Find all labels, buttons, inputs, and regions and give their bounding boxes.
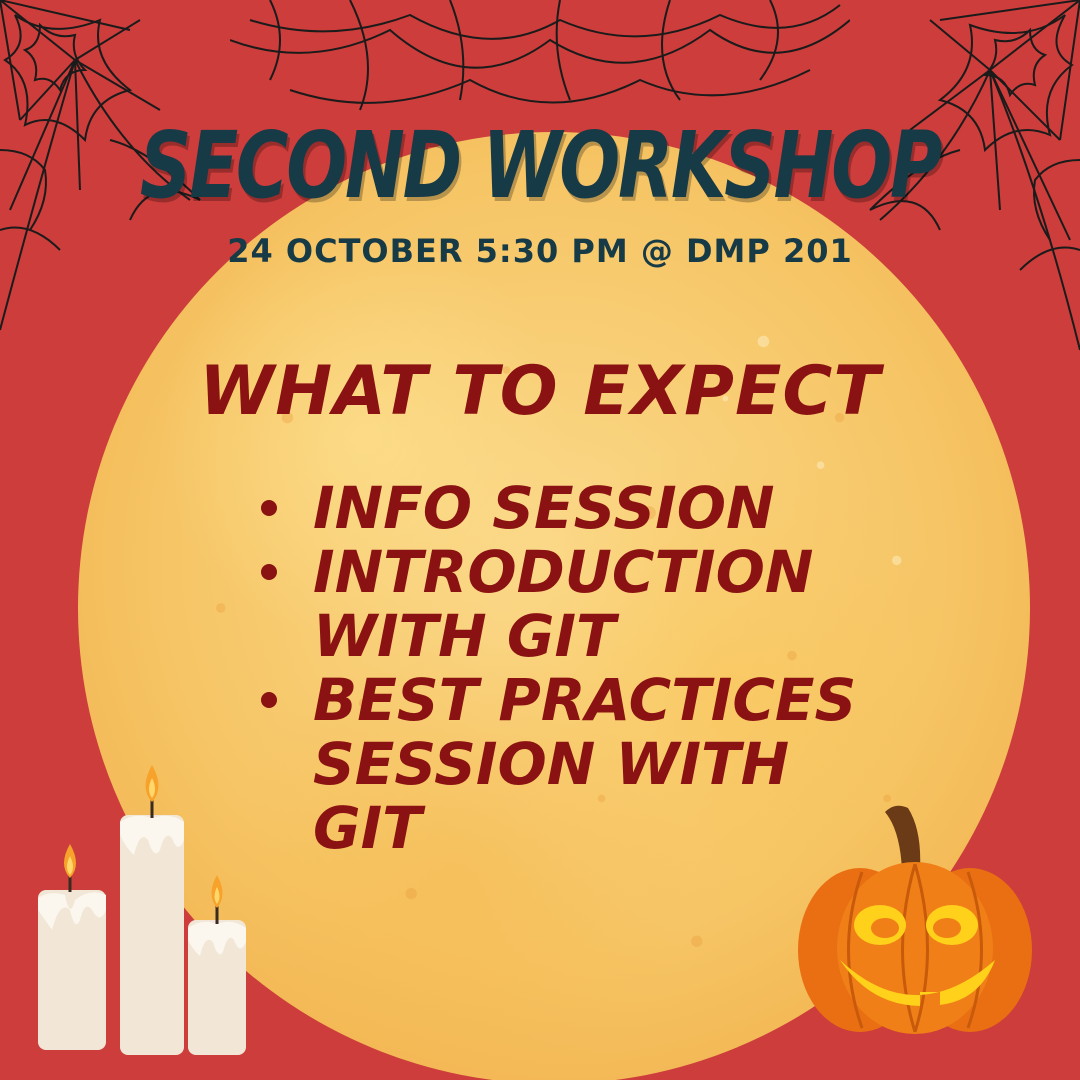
event-details: 24 OCTOBER 5:30 PM @ DMP 201: [227, 232, 853, 270]
list-item: BEST PRACTICES SESSION WITH GIT: [255, 668, 875, 860]
jack-o-lantern-icon: [798, 805, 1032, 1034]
agenda-list: INFO SESSION INTRODUCTION WITH GIT BEST …: [255, 476, 875, 860]
list-item-line: SESSION WITH: [313, 730, 790, 798]
section-title: WHAT TO EXPECT: [199, 352, 881, 431]
poster: SECOND WORKSHOP 24 OCTOBER 5:30 PM @ DMP…: [0, 0, 1080, 1080]
list-item-line: INFO SESSION: [313, 474, 775, 542]
spider-web-icon: [230, 0, 850, 111]
list-item: INFO SESSION: [255, 476, 875, 540]
candles-icon: [38, 765, 246, 1055]
list-item-line: BEST PRACTICES: [313, 666, 857, 734]
bullet-icon: [261, 500, 277, 516]
bullet-icon: [261, 564, 277, 580]
list-item: INTRODUCTION WITH GIT: [255, 540, 875, 668]
list-item-line: INTRODUCTION: [313, 538, 814, 606]
bullet-icon: [261, 692, 277, 708]
page-title: SECOND WORKSHOP: [139, 112, 943, 219]
list-item-line: WITH GIT: [313, 602, 616, 670]
